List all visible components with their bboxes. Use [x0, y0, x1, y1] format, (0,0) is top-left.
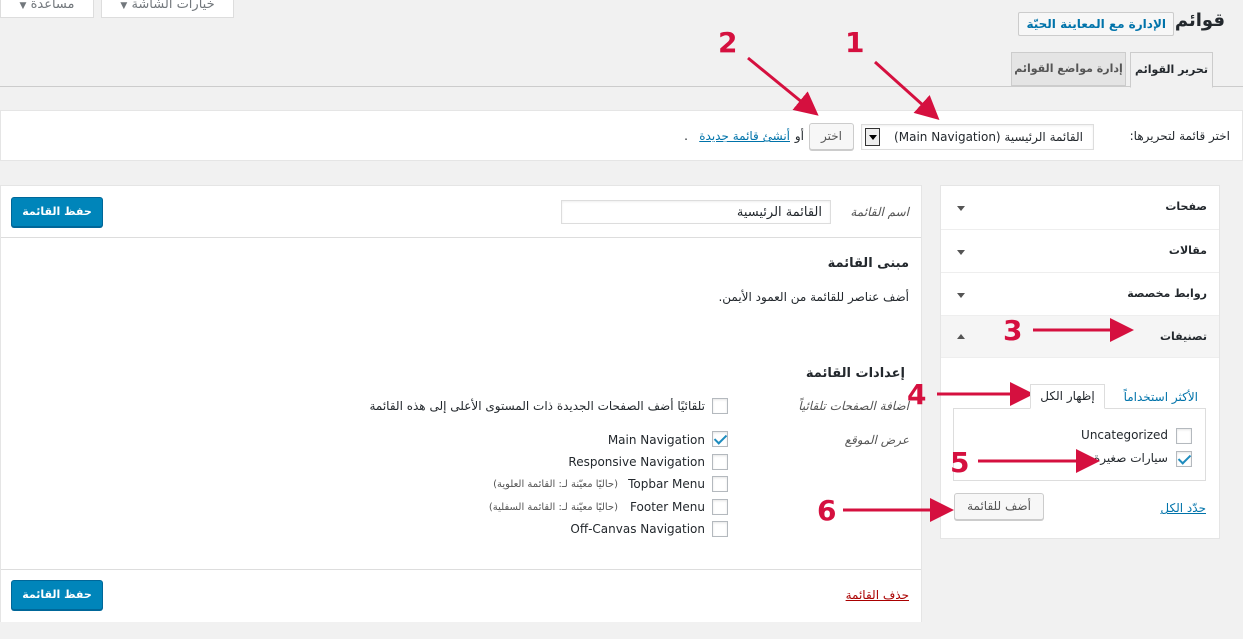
annotation-number-5: 5 — [950, 446, 970, 479]
annotation-number-3: 3 — [1003, 314, 1023, 347]
annotation-number-2: 2 — [718, 26, 738, 59]
annotation-arrow-2 — [747, 56, 819, 116]
annotation-number-4: 4 — [907, 378, 927, 411]
annotation-arrow-1 — [873, 60, 940, 121]
tab-edit-menus[interactable]: تحرير القوائم — [1130, 52, 1213, 88]
tab-view-all[interactable]: إظهار الكل — [1030, 384, 1105, 409]
annotation-arrows — [747, 56, 1134, 522]
annotation-number-1: 1 — [845, 26, 865, 59]
annotation-number-6: 6 — [817, 494, 837, 527]
